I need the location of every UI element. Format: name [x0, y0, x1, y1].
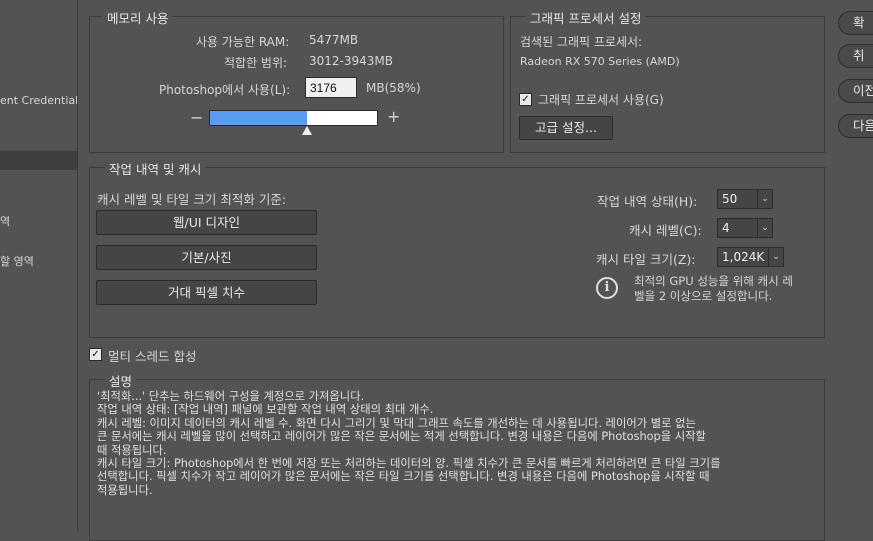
huge-pixel-dimensions-button[interactable]: 거대 픽셀 치수	[96, 280, 317, 305]
sidebar-item-work-area[interactable]: 할 영역	[0, 253, 77, 269]
sidebar-item-label: 역	[0, 215, 11, 228]
ideal-range-label: 적합한 범위:	[224, 56, 288, 70]
optimize-label: 캐시 레벨 및 타일 크기 최적화 기준:	[97, 192, 287, 207]
memory-slider-fill	[210, 111, 307, 125]
sidebar-item-area[interactable]: 역	[0, 213, 77, 229]
memory-usage-title: 메모리 사용	[103, 8, 173, 27]
use-gpu-checkbox[interactable]: ✓	[519, 93, 532, 106]
detected-gpu-value: Radeon RX 570 Series (AMD)	[520, 55, 680, 68]
history-states-value: 50	[722, 192, 738, 206]
chevron-down-icon: ⌄	[768, 248, 783, 266]
memory-use-unit: MB(58%)	[366, 81, 421, 95]
cache-tile-size-value: 1,024K	[722, 250, 765, 264]
history-states-label: 작업 내역 상태(H):	[597, 194, 698, 209]
sidebar: ent Credentials 역 할 영역	[0, 0, 78, 531]
chevron-down-icon: ⌄	[757, 190, 772, 208]
sidebar-item-label: ent Credentials	[0, 94, 77, 107]
history-states-select[interactable]: 50 ⌄	[717, 189, 773, 209]
photoshop-use-label: Photoshop에서 사용(L):	[159, 83, 291, 97]
detected-gpu-label: 검색된 그래픽 프로세서:	[520, 35, 643, 49]
info-icon: i	[596, 277, 618, 299]
next-button[interactable]: 다음	[838, 114, 873, 138]
cache-levels-select[interactable]: 4 ⌄	[717, 218, 773, 238]
description-text: '최적화...' 단추는 하드웨어 구성을 계정으로 가져옵니다. 작업 내역 …	[97, 390, 721, 497]
previous-button[interactable]: 이전	[838, 79, 873, 103]
default-photo-button[interactable]: 기본/사진	[96, 245, 317, 270]
info-text-line2: 벨을 2 이상으로 설정합니다.	[634, 289, 773, 303]
description-title: 설명	[105, 371, 137, 390]
chevron-down-icon: ⌄	[757, 219, 772, 237]
ok-button[interactable]: 확	[838, 11, 873, 35]
gpu-settings-title: 그래픽 프로세서 설정	[526, 8, 646, 27]
increase-memory-button[interactable]: +	[387, 107, 400, 126]
cache-levels-value: 4	[722, 221, 730, 235]
cache-tile-size-select[interactable]: 1,024K ⌄	[717, 247, 784, 267]
memory-slider-handle[interactable]	[302, 126, 312, 135]
info-text-line1: 최적의 GPU 성능을 위해 캐시 레	[634, 274, 793, 288]
available-ram-value: 5477MB	[309, 33, 359, 47]
cache-levels-label: 캐시 레벨(C):	[629, 223, 702, 238]
memory-use-input[interactable]	[305, 77, 357, 98]
web-ui-design-button[interactable]: 웹/UI 디자인	[96, 210, 317, 235]
ideal-range-value: 3012-3943MB	[309, 54, 393, 68]
multithread-label[interactable]: 멀티 스레드 합성	[108, 346, 196, 365]
memory-slider-track[interactable]	[209, 110, 378, 126]
multithread-checkbox[interactable]: ✓	[89, 348, 102, 361]
sidebar-item-performance[interactable]	[0, 151, 77, 170]
memory-usage-group	[89, 16, 504, 153]
available-ram-label: 사용 가능한 RAM:	[196, 35, 290, 49]
history-cache-title: 작업 내역 및 캐시	[105, 159, 206, 178]
sidebar-item-label: 할 영역	[0, 255, 34, 268]
advanced-settings-button[interactable]: 고급 설정...	[519, 116, 613, 140]
sidebar-item-credentials[interactable]: ent Credentials	[0, 94, 77, 107]
use-gpu-label[interactable]: 그래픽 프로세서 사용(G)	[538, 91, 664, 108]
decrease-memory-button[interactable]: −	[190, 108, 203, 127]
cache-tile-size-label: 캐시 타일 크기(Z):	[596, 252, 696, 267]
cancel-button[interactable]: 취	[838, 44, 873, 68]
